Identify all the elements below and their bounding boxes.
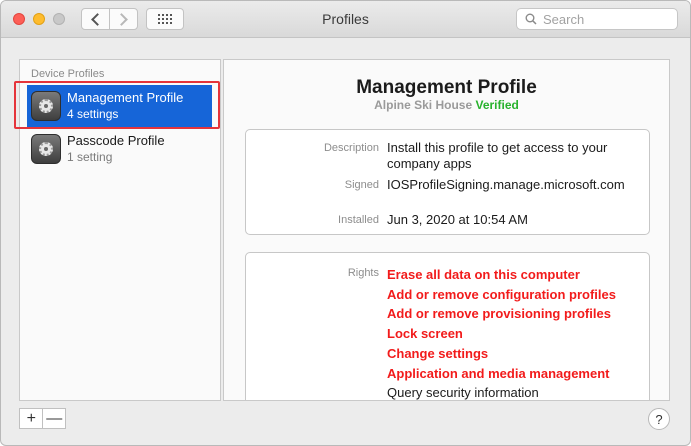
profile-name: Passcode Profile — [67, 133, 165, 148]
remove-profile-button[interactable]: — — [42, 409, 65, 428]
add-remove-control: + — — [19, 408, 66, 429]
right-item: Add or remove provisioning profiles — [387, 306, 611, 322]
verified-badge: Verified — [475, 98, 519, 112]
sidebar-header: Device Profiles — [31, 68, 105, 80]
right-item: Add or remove configuration profiles — [387, 286, 616, 302]
right-item: Change settings — [387, 345, 489, 361]
profile-icon — [31, 134, 61, 164]
profile-settings-count: 1 setting — [67, 150, 113, 164]
profile-subtitle: Alpine Ski House Verified — [224, 98, 669, 112]
right-item: Lock screen — [387, 326, 463, 342]
rights-list: Erase all data on this computer Add or r… — [387, 265, 616, 401]
profile-detail-panel: Management Profile Alpine Ski House Veri… — [223, 59, 670, 401]
description-value: Install this profile to get access to yo… — [387, 140, 608, 171]
description-label: Description — [323, 142, 379, 154]
rights-label: Rights — [347, 267, 379, 279]
profile-rights-card: Rights Erase all data on this computer A… — [245, 252, 650, 401]
help-button[interactable]: ? — [648, 408, 670, 430]
installed-value: Jun 3, 2020 at 10:54 AM — [387, 212, 528, 227]
search-field[interactable] — [516, 8, 678, 30]
search-icon — [525, 13, 537, 25]
profiles-window: Profiles Device Profiles Management Prof… — [0, 0, 691, 446]
right-item: Application and media management — [387, 365, 610, 381]
right-item: Query security information — [387, 385, 539, 401]
gear-icon — [39, 142, 53, 156]
installed-label: Installed — [338, 214, 379, 226]
signed-value: IOSProfileSigning.manage.microsoft.com — [387, 177, 625, 192]
profile-organization: Alpine Ski House — [374, 98, 473, 112]
sidebar-item-passcode-profile[interactable]: Passcode Profile 1 setting — [27, 128, 212, 170]
profile-title: Management Profile — [356, 77, 537, 98]
annotation-highlight-box — [14, 81, 220, 129]
signed-label: Signed — [344, 179, 379, 191]
profile-info-card: Description Install this profile to get … — [245, 129, 650, 235]
search-input[interactable] — [543, 11, 673, 27]
title-bar: Profiles — [1, 1, 690, 38]
right-item: Erase all data on this computer — [387, 267, 580, 282]
add-profile-button[interactable]: + — [20, 409, 42, 428]
